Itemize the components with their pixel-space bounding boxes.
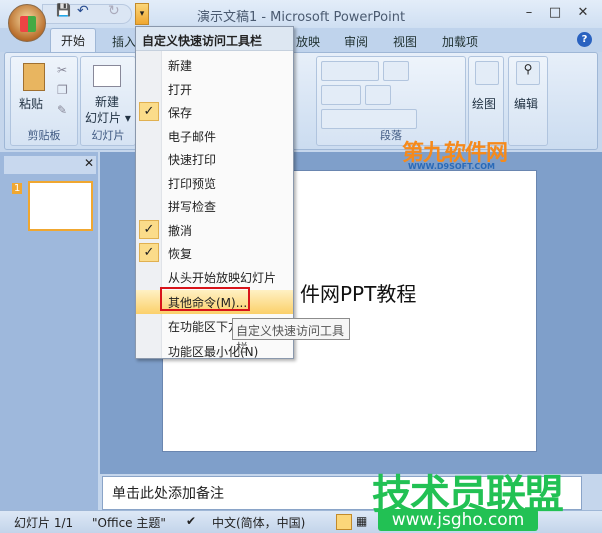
menu-item[interactable]: 打开 [136, 77, 293, 101]
slide-title-text[interactable]: 件网PPT教程 [300, 278, 416, 307]
menu-item-label: 恢复 [168, 247, 193, 261]
menu-item[interactable]: ✓ 撤消 [136, 218, 293, 242]
indent-button[interactable] [321, 85, 361, 105]
group-label: 幻灯片 [91, 129, 125, 142]
group-editing: ⚲ 编辑 [508, 56, 548, 146]
save-icon[interactable]: 💾 [56, 3, 71, 17]
check-icon: ✓ [139, 102, 159, 121]
menu-header: 自定义快速访问工具栏 [136, 27, 293, 51]
menu-item-label: 撤消 [168, 223, 193, 238]
office-button[interactable] [8, 4, 46, 42]
tab-review[interactable]: 审阅 [344, 33, 368, 50]
group-drawing: 绘图 [468, 56, 504, 146]
status-theme: "Office 主题" [92, 516, 166, 530]
line-spacing-button[interactable] [383, 61, 409, 81]
tooltip: 自定义快速访问工具栏 [232, 318, 350, 355]
qat-dropdown-button[interactable]: ▾ [135, 3, 149, 25]
help-icon[interactable]: ? [577, 32, 592, 47]
menu-item-label: 拼写检查 [168, 200, 217, 214]
menu-item[interactable]: ✓ 恢复 [136, 241, 293, 265]
slide-thumbnail[interactable] [28, 181, 93, 231]
group-label: 剪贴板 [27, 129, 61, 142]
menu-item-label: 从头开始放映幻灯片 [168, 270, 277, 285]
spellcheck-icon[interactable]: ✔ [186, 514, 196, 528]
paste-icon [23, 63, 45, 91]
office-logo-icon [20, 16, 36, 32]
menu-item-label: 打印预览 [168, 176, 217, 191]
drawing-button[interactable]: 绘图 [472, 95, 496, 112]
undo-icon[interactable]: ↶ [77, 3, 89, 19]
menu-item-label: 电子邮件 [168, 129, 217, 144]
new-slide-icon [93, 65, 121, 87]
menu-item-label: 新建 [168, 59, 193, 73]
paste-button[interactable]: 粘贴 [19, 95, 43, 112]
status-slide: 幻灯片 1/1 [14, 516, 74, 530]
customize-qat-menu: 自定义快速访问工具栏 新建打开 ✓ 保存电子邮件快速打印打印预览拼写检查 ✓ 撤消 ✓ 恢复… [135, 26, 294, 359]
notes-placeholder[interactable]: 单击此处添加备注 [112, 483, 224, 503]
tab-view[interactable]: 视图 [393, 33, 417, 50]
cut-icon[interactable]: ✂ [57, 63, 67, 77]
redo-icon[interactable]: ↻ [108, 3, 120, 19]
menu-item-label: 快速打印 [168, 153, 217, 167]
format-painter-icon[interactable]: ✎ [57, 103, 67, 117]
menu-item[interactable]: 电子邮件 [136, 124, 293, 148]
slide-sorter-button[interactable]: ▦ [356, 514, 367, 528]
menu-item[interactable]: 功能区最小化(N) [136, 339, 293, 363]
watermark-top-url: WWW.D9SOFT.COM [408, 162, 496, 171]
tab-addins[interactable]: 加载项 [442, 33, 478, 50]
menu-item-label: 保存 [168, 106, 193, 120]
maximize-button[interactable]: □ [544, 5, 566, 23]
shapes-icon[interactable] [475, 61, 499, 85]
menu-item-label: 打开 [168, 82, 193, 97]
new-slide-label[interactable]: 幻灯片 ▾ [85, 109, 131, 126]
check-icon: ✓ [139, 243, 159, 262]
menu-item[interactable]: 打印预览 [136, 171, 293, 195]
editing-button[interactable]: 编辑 [514, 95, 538, 112]
new-slide-button[interactable]: 新建 [95, 93, 119, 110]
normal-view-button[interactable] [336, 514, 352, 530]
bullets-button[interactable] [321, 61, 379, 81]
pane-tabs[interactable] [4, 156, 96, 174]
copy-icon[interactable]: ❐ [57, 83, 68, 97]
menu-item[interactable]: ✓ 保存 [136, 100, 293, 124]
group-paragraph: 段落 [316, 56, 466, 146]
menu-item[interactable]: 拼写检查 [136, 194, 293, 218]
group-clipboard: 粘贴 ✂ ❐ ✎ 剪贴板 [10, 56, 78, 146]
columns-button[interactable] [365, 85, 391, 105]
highlight-box [160, 287, 250, 311]
close-pane-icon[interactable]: ✕ [84, 156, 94, 170]
tab-insert[interactable]: 插入 [112, 33, 136, 50]
status-language: 中文(简体，中国) [212, 516, 306, 530]
check-icon: ✓ [139, 219, 159, 239]
minimize-button[interactable]: – [518, 5, 540, 23]
menu-item[interactable]: 从头开始放映幻灯片 [136, 265, 293, 289]
group-slides: 新建 幻灯片 ▾ 幻灯片 [80, 56, 136, 146]
close-button[interactable]: ✕ [572, 5, 594, 23]
tab-home[interactable]: 开始 [50, 28, 96, 53]
tab-slideshow[interactable]: 放映 [296, 33, 320, 50]
menu-item[interactable]: 快速打印 [136, 147, 293, 171]
thumb-number: 1 [12, 183, 23, 194]
menu-item[interactable]: 新建 [136, 53, 293, 77]
find-icon[interactable]: ⚲ [516, 61, 540, 85]
watermark-bottom-url: www.jsgho.com [378, 509, 538, 531]
alignment-buttons[interactable] [321, 109, 417, 129]
